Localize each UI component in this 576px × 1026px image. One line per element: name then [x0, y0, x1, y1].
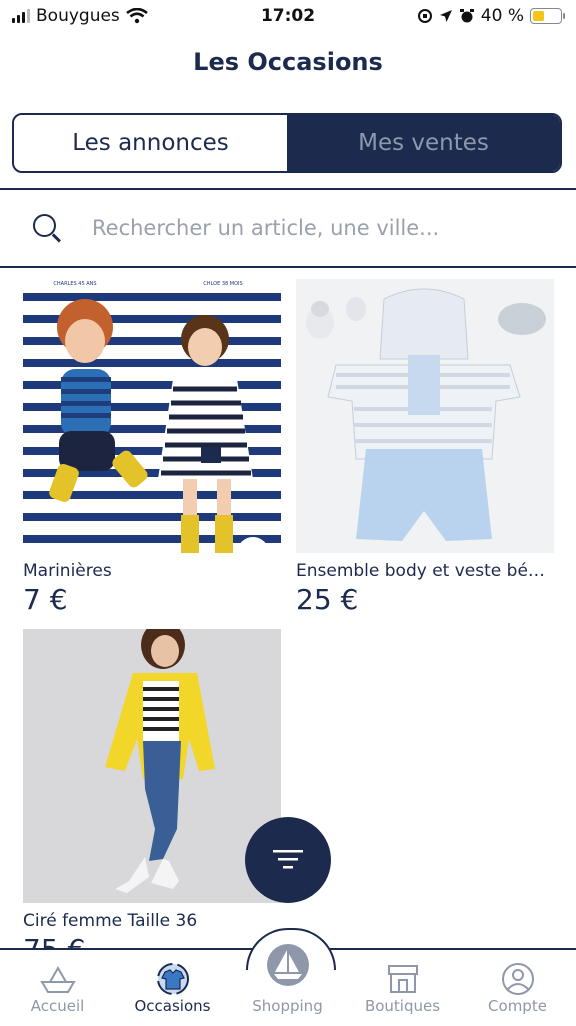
tab-boutiques[interactable]: Boutiques — [345, 950, 460, 1026]
bottom-tab-bar: Accueil Occasions Shopping Boutiques Com… — [0, 928, 576, 1026]
tab-label: Compte — [488, 997, 547, 1015]
tab-mes-ventes[interactable]: Mes ventes — [287, 115, 560, 171]
product-card[interactable]: Ciré femme Taille 36 75 € — [23, 629, 281, 966]
product-photo — [105, 629, 215, 893]
tab-compte[interactable]: Compte — [460, 950, 575, 1026]
tab-occasions[interactable]: Occasions — [115, 950, 230, 1026]
status-right: 40 % — [417, 6, 565, 26]
product-price: 25 € — [296, 583, 359, 616]
product-price: 7 € — [23, 583, 68, 616]
product-image[interactable] — [23, 629, 281, 903]
battery-icon — [530, 8, 565, 24]
product-photo — [306, 288, 546, 541]
tab-accueil[interactable]: Accueil — [0, 950, 115, 1026]
tab-label: Shopping — [252, 997, 323, 1015]
segmented-control: Les annonces Mes ventes — [12, 113, 562, 173]
store-icon — [387, 965, 418, 993]
status-bar: Bouygues 17:02 40 % — [0, 0, 576, 34]
image-tag-right: CHLOE 38 MOIS — [203, 281, 242, 287]
battery-percent: 40 % — [480, 6, 524, 26]
paper-boat-icon — [39, 965, 76, 993]
tab-label: Boutiques — [364, 997, 441, 1015]
user-icon — [501, 963, 534, 995]
orientation-lock-icon — [417, 9, 432, 23]
tab-les-annonces[interactable]: Les annonces — [14, 115, 287, 171]
product-name: Ciré femme Taille 36 — [23, 911, 198, 931]
divider — [0, 266, 576, 268]
filter-button[interactable] — [245, 817, 331, 903]
image-tag-left: CHARLES 45 ANS — [53, 281, 96, 287]
product-name: Ensemble body et veste béb... — [296, 561, 554, 581]
page-title: Les Occasions — [193, 48, 383, 76]
sailboat-icon — [266, 944, 309, 986]
search-icon[interactable] — [32, 213, 62, 243]
product-image[interactable] — [296, 279, 554, 553]
recycle-shirt-icon — [156, 963, 189, 995]
product-photo: CHARLES 45 ANS CHLOE 38 MOIS — [43, 279, 269, 553]
product-card[interactable]: CHARLES 45 ANS CHLOE 38 MOIS Marinières … — [23, 279, 281, 616]
location-arrow-icon — [439, 10, 452, 22]
tab-shopping[interactable]: Shopping — [230, 944, 345, 1026]
search-bar — [0, 190, 576, 266]
tab-label: Accueil — [30, 997, 85, 1015]
alarm-icon — [459, 9, 474, 23]
filter-icon — [273, 850, 303, 869]
search-input[interactable] — [90, 215, 554, 241]
product-name: Marinières — [23, 561, 112, 581]
tab-label: Occasions — [134, 997, 211, 1015]
product-image[interactable]: CHARLES 45 ANS CHLOE 38 MOIS — [23, 279, 281, 553]
product-card[interactable]: Ensemble body et veste béb... 25 € — [296, 279, 554, 616]
